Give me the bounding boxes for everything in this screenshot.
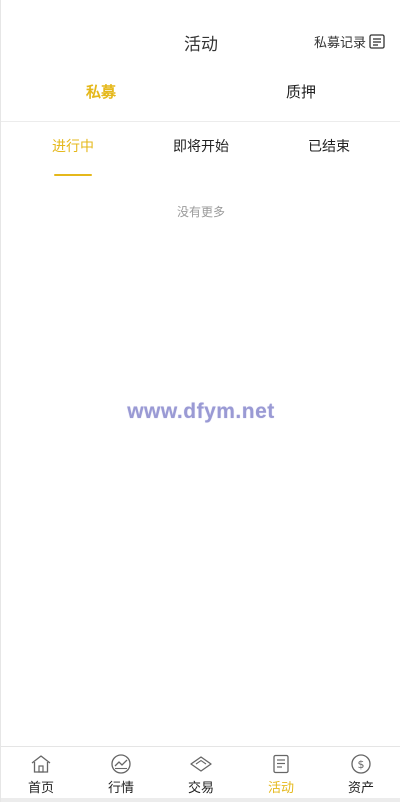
page: 活动 私募记录 私募 质押 进行中 即将开始 已结束 没有更多 www.dfym… — [0, 0, 400, 802]
nav-activity[interactable]: 活动 — [241, 747, 321, 798]
tab-in-progress-label: 进行中 — [52, 139, 94, 155]
tab-upcoming[interactable]: 即将开始 — [137, 122, 265, 178]
private-record-label: 私募记录 — [313, 36, 366, 51]
nav-home-label: 首页 — [27, 781, 54, 796]
nav-assets[interactable]: $ 资产 — [321, 747, 400, 798]
watermark-text: www.dfym.net — [127, 400, 275, 423]
nav-assets-label: 资产 — [347, 781, 374, 796]
tab-upcoming-label: 即将开始 — [173, 139, 229, 155]
tab-ended-label: 已结束 — [308, 139, 350, 155]
nav-trade-label: 交易 — [187, 781, 214, 796]
nav-home[interactable]: 首页 — [1, 747, 81, 798]
status-tabs: 进行中 即将开始 已结束 — [1, 122, 400, 178]
trade-diamond-icon — [189, 753, 213, 775]
home-icon — [29, 753, 53, 775]
svg-text:$: $ — [358, 758, 365, 771]
home-indicator-bar — [1, 798, 400, 802]
active-tab-underline — [54, 174, 92, 176]
nav-market-label: 行情 — [107, 781, 134, 796]
main-tabs: 私募 质押 — [1, 74, 400, 122]
nav-market[interactable]: 行情 — [81, 747, 161, 798]
tab-in-progress[interactable]: 进行中 — [9, 122, 137, 178]
tab-ended[interactable]: 已结束 — [265, 122, 393, 178]
document-list-icon — [369, 34, 385, 49]
tab-staking[interactable]: 质押 — [201, 74, 400, 121]
private-record-button[interactable]: 私募记录 — [314, 32, 385, 51]
activity-document-icon — [269, 753, 293, 775]
tab-private-placement[interactable]: 私募 — [1, 74, 201, 121]
no-more-text: 没有更多 — [176, 205, 225, 219]
bottom-nav: 首页 行情 交易 活动 $ 资产 — [1, 746, 400, 798]
nav-trade[interactable]: 交易 — [161, 747, 241, 798]
nav-activity-label: 活动 — [267, 781, 294, 796]
dollar-coin-icon: $ — [349, 753, 373, 775]
market-chart-icon — [109, 753, 133, 775]
header: 活动 私募记录 — [1, 0, 400, 74]
